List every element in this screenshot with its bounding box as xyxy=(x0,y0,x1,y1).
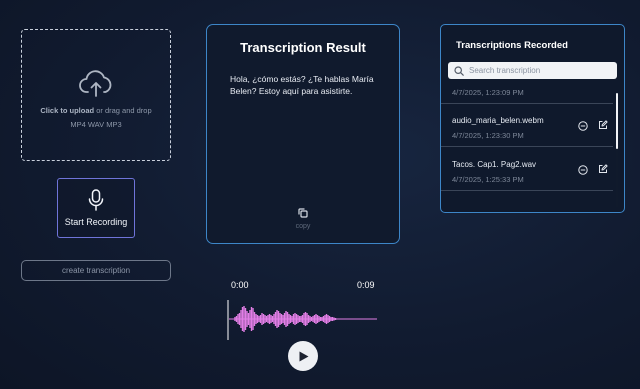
transcriptions-recorded-panel: Transcriptions Recorded 4/7/2025, 1:23:0… xyxy=(440,24,625,213)
item-name: audio_maria_belen.webm xyxy=(452,116,544,125)
scrollbar-thumb[interactable] xyxy=(616,93,618,149)
current-time: 0:00 xyxy=(231,280,249,290)
list-item[interactable]: audio_maria_belen.webm 4/7/2025, 1:23:30… xyxy=(441,103,613,147)
transcription-text: Hola, ¿cómo estás? ¿Te hablas María Bele… xyxy=(230,74,374,96)
search-box xyxy=(448,62,617,79)
item-date: 4/7/2025, 1:23:09 PM xyxy=(452,88,524,97)
list-item[interactable]: 4/7/2025, 1:23:09 PM xyxy=(441,83,613,104)
search-input[interactable] xyxy=(469,66,609,75)
upload-formats: MP4 WAV MP3 xyxy=(70,119,122,129)
waveform[interactable] xyxy=(227,296,379,342)
click-to-upload-link[interactable]: Click to upload xyxy=(40,106,94,115)
transcription-result-panel: Transcription Result Hola, ¿cómo estás? … xyxy=(206,24,400,244)
create-transcription-button[interactable]: create transcription xyxy=(21,260,171,281)
cloud-upload-icon xyxy=(79,69,112,97)
upload-dropzone[interactable]: Click to upload or drag and drop MP4 WAV… xyxy=(21,29,171,161)
start-recording-label: Start Recording xyxy=(64,217,128,227)
delete-icon[interactable] xyxy=(578,121,588,131)
duration: 0:09 xyxy=(357,280,375,290)
transcription-list: 4/7/2025, 1:23:09 PM audio_maria_belen.w… xyxy=(441,83,619,212)
upload-instruction: Click to upload or drag and drop xyxy=(40,105,152,115)
list-item[interactable]: Tacos. Cap1. Pag2.wav 4/7/2025, 1:25:33 … xyxy=(441,147,613,191)
delete-icon[interactable] xyxy=(578,165,588,175)
play-button[interactable] xyxy=(288,341,318,371)
start-recording-button[interactable]: Start Recording xyxy=(57,178,135,238)
item-name: Tacos. Cap1. Pag2.wav xyxy=(452,160,537,169)
item-date: 4/7/2025, 1:25:33 PM xyxy=(452,175,524,184)
copy-icon[interactable] xyxy=(298,208,308,218)
copy-label[interactable]: copy xyxy=(207,223,399,230)
search-icon xyxy=(454,65,464,76)
edit-icon[interactable] xyxy=(598,164,608,174)
edit-icon[interactable] xyxy=(598,120,608,130)
result-title: Transcription Result xyxy=(240,40,366,55)
microphone-icon xyxy=(88,189,104,211)
recorded-title: Transcriptions Recorded xyxy=(456,40,568,51)
item-date: 4/7/2025, 1:23:30 PM xyxy=(452,131,524,140)
play-icon xyxy=(299,351,309,361)
